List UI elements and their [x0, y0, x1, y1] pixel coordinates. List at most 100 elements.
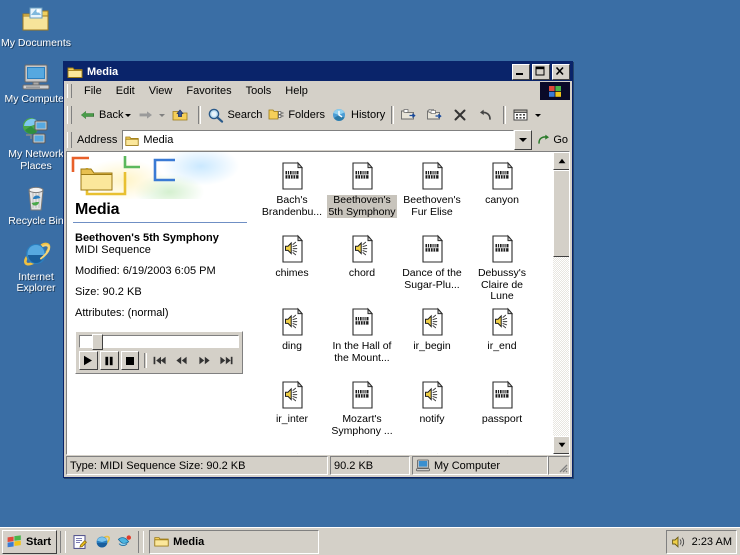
- menu-view[interactable]: View: [142, 83, 180, 99]
- midi-file-icon: [486, 379, 518, 411]
- scrollbar-track[interactable]: [553, 170, 569, 436]
- menu-favorites[interactable]: Favorites: [179, 83, 238, 99]
- pane-heading: Media: [67, 199, 253, 222]
- clock: 2:23 AM: [692, 536, 732, 548]
- up-folder-icon: [171, 107, 189, 123]
- menu-tools[interactable]: Tools: [239, 83, 279, 99]
- file-item[interactable]: chimes: [257, 230, 327, 303]
- file-item[interactable]: In the Hall of the Mount...: [327, 303, 397, 376]
- file-item[interactable]: canyon: [467, 157, 537, 230]
- forward-button[interactable]: [134, 104, 168, 126]
- midi-file-icon: [346, 306, 378, 338]
- seek-slider-thumb[interactable]: [92, 334, 103, 350]
- address-bar: Address Media Go: [64, 129, 572, 151]
- resize-grip[interactable]: [548, 456, 570, 475]
- file-item[interactable]: [467, 449, 537, 454]
- rewind-button[interactable]: [172, 351, 192, 370]
- volume-icon[interactable]: [671, 535, 686, 549]
- windows-brand-button[interactable]: [540, 82, 570, 100]
- file-item[interactable]: Beethoven's 5th Symphony: [327, 157, 397, 230]
- back-dropdown-arrow[interactable]: [125, 114, 131, 117]
- file-item[interactable]: Mozart's Symphony ...: [327, 376, 397, 449]
- address-dropdown-button[interactable]: [514, 130, 532, 150]
- file-item[interactable]: Bach's Brandenbu...: [257, 157, 327, 230]
- history-button[interactable]: History: [328, 104, 388, 126]
- undo-button[interactable]: [474, 104, 500, 126]
- file-item[interactable]: Debussy's Claire de Lune: [467, 230, 537, 303]
- start-button[interactable]: Start: [2, 530, 57, 554]
- back-button[interactable]: Back: [76, 104, 134, 126]
- move-to-button[interactable]: [397, 104, 423, 126]
- toolbar-grip[interactable]: [67, 106, 72, 124]
- file-list[interactable]: Bach's Brandenbu...Beethoven's 5th Symph…: [253, 152, 553, 454]
- search-button[interactable]: Search: [204, 104, 265, 126]
- file-item[interactable]: Dance of the Sugar-Plu...: [397, 230, 467, 303]
- next-track-button[interactable]: [217, 351, 237, 370]
- desktop-icon-my-network-places[interactable]: My Network Places: [0, 115, 72, 172]
- recycle-bin-icon: [20, 182, 52, 214]
- vertical-scrollbar[interactable]: [553, 152, 569, 454]
- info-pane: Media Beethoven's 5th Symphony MIDI Sequ…: [67, 152, 253, 454]
- file-item[interactable]: [397, 449, 467, 454]
- delete-button[interactable]: [449, 104, 474, 126]
- views-button[interactable]: [509, 104, 544, 126]
- internet-explorer-icon: [20, 238, 52, 270]
- close-button[interactable]: [552, 64, 570, 80]
- file-item[interactable]: ir_inter: [257, 376, 327, 449]
- file-item[interactable]: [327, 449, 397, 454]
- maximize-button[interactable]: [532, 64, 550, 80]
- file-item[interactable]: ir_end: [467, 303, 537, 376]
- show-desktop-icon[interactable]: [72, 534, 88, 550]
- address-label: Address: [77, 134, 117, 146]
- desktop-icon-recycle-bin[interactable]: Recycle Bin: [0, 182, 72, 228]
- file-item[interactable]: ir_begin: [397, 303, 467, 376]
- address-input[interactable]: Media: [122, 130, 514, 150]
- folders-button[interactable]: Folders: [265, 104, 328, 126]
- back-arrow-icon: [79, 107, 96, 123]
- file-item[interactable]: chord: [327, 230, 397, 303]
- go-button[interactable]: Go: [532, 133, 572, 147]
- scrollbar-thumb[interactable]: [553, 170, 570, 257]
- addressbar-grip[interactable]: [67, 132, 72, 148]
- folder-icon: [154, 535, 169, 548]
- outlook-express-icon[interactable]: [116, 534, 132, 550]
- play-button[interactable]: [79, 351, 98, 370]
- folder-icon: [79, 162, 115, 194]
- task-button-media[interactable]: Media: [149, 530, 319, 554]
- file-item[interactable]: notify: [397, 376, 467, 449]
- previous-track-button[interactable]: [149, 351, 169, 370]
- file-item[interactable]: ding: [257, 303, 327, 376]
- pane-details: Beethoven's 5th Symphony MIDI Sequence M…: [67, 223, 253, 319]
- file-item-label: Debussy's Claire de Lune: [467, 268, 537, 303]
- minimize-button[interactable]: [512, 64, 530, 80]
- scroll-up-button[interactable]: [553, 152, 570, 170]
- menu-edit[interactable]: Edit: [109, 83, 142, 99]
- file-item-label: canyon: [484, 195, 520, 207]
- internet-explorer-icon[interactable]: [94, 534, 110, 550]
- window-titlebar[interactable]: Media: [64, 62, 572, 81]
- media-player: [75, 331, 243, 374]
- desktop-icon-internet-explorer[interactable]: Internet Explorer: [0, 238, 72, 295]
- forward-dropdown-arrow[interactable]: [159, 114, 165, 117]
- desktop-icon-my-computer[interactable]: My Computer: [0, 60, 72, 106]
- views-dropdown-arrow[interactable]: [535, 114, 541, 117]
- copy-to-button[interactable]: [423, 104, 449, 126]
- fast-forward-button[interactable]: [194, 351, 214, 370]
- menu-file[interactable]: File: [77, 83, 109, 99]
- up-button[interactable]: [168, 104, 195, 126]
- menubar-grip[interactable]: [67, 84, 72, 98]
- midi-file-icon: [416, 233, 448, 265]
- stop-button[interactable]: [121, 351, 140, 370]
- pause-button[interactable]: [100, 351, 119, 370]
- desktop-icon-my-documents[interactable]: My Documents: [0, 4, 72, 50]
- task-button-label: Media: [173, 536, 204, 548]
- file-item[interactable]: passport: [467, 376, 537, 449]
- toolbar-separator-2: [391, 106, 394, 124]
- menu-help[interactable]: Help: [278, 83, 315, 99]
- file-item[interactable]: [257, 449, 327, 454]
- start-button-label: Start: [26, 536, 51, 548]
- desktop-icon-label: Recycle Bin: [0, 216, 72, 228]
- file-item[interactable]: Beethoven's Fur Elise: [397, 157, 467, 230]
- scroll-down-button[interactable]: [553, 436, 570, 454]
- seek-slider[interactable]: [79, 335, 239, 348]
